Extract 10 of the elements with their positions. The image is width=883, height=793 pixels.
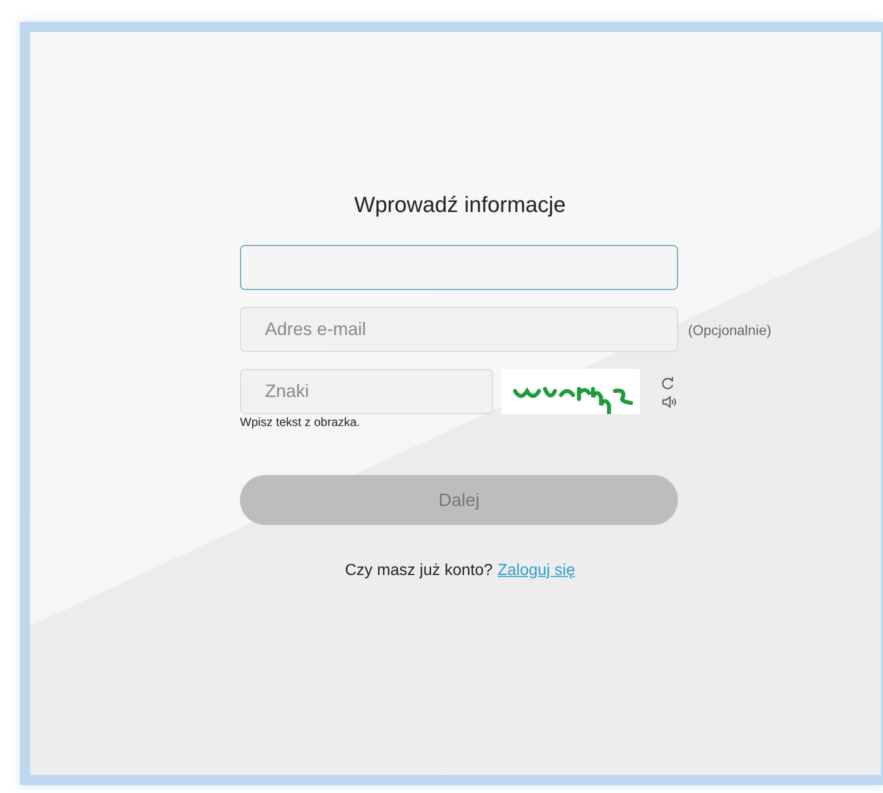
input-field[interactable] — [240, 245, 678, 290]
login-link[interactable]: Zaloguj się — [498, 562, 575, 580]
refresh-icon[interactable] — [662, 376, 674, 390]
captcha-field[interactable]: Znaki — [240, 369, 493, 414]
speaker-icon[interactable] — [662, 396, 676, 408]
captcha-hint: Wpisz tekst z obrazka. — [240, 415, 362, 429]
optional-label: (Opcjonalnie) — [688, 322, 772, 338]
form-title: Wprowadź informacje — [353, 192, 567, 218]
account-question: Czy masz już konto? — [345, 562, 493, 580]
email-field[interactable]: Adres e-mail — [240, 307, 678, 352]
